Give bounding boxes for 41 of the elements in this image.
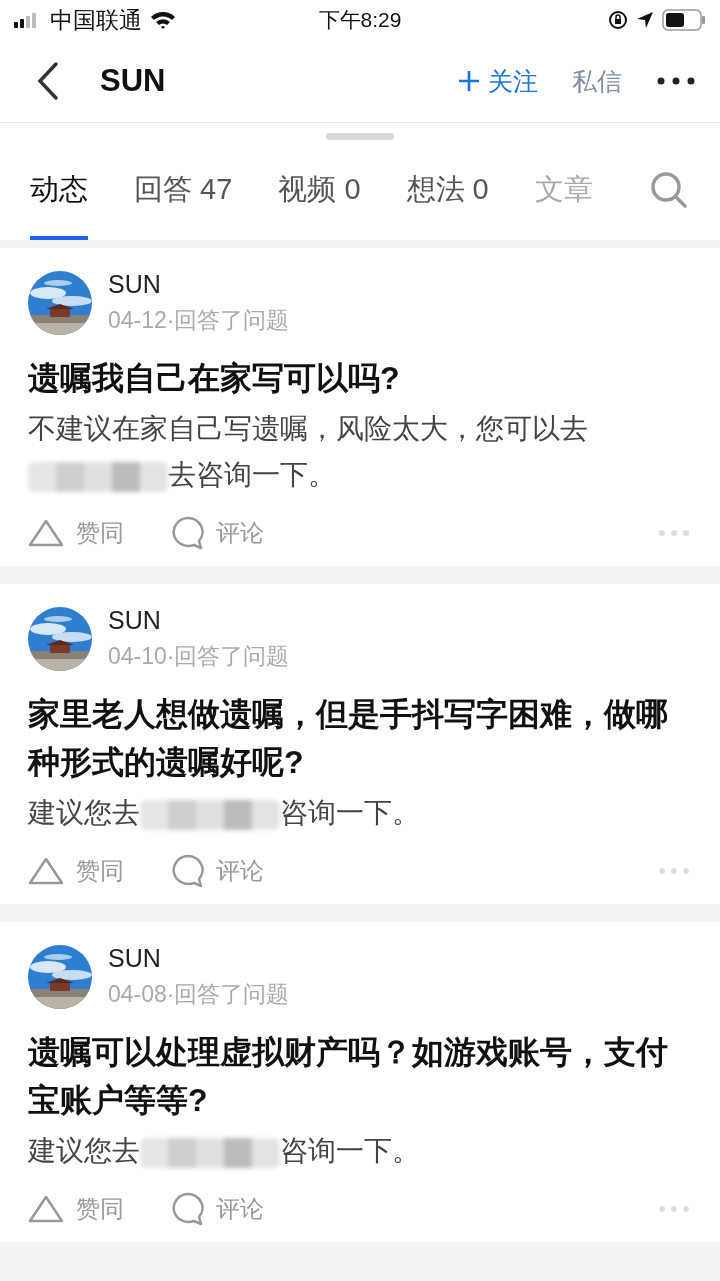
post-meta: 04-08·回答了问题: [108, 980, 290, 1009]
question-title[interactable]: 遗嘱我自己在家写可以吗?: [28, 354, 692, 402]
comment-icon: [170, 516, 204, 550]
carrier-name: 中国联通: [50, 5, 142, 35]
author-name[interactable]: SUN: [108, 270, 290, 299]
wifi-icon: [150, 11, 176, 29]
author-name[interactable]: SUN: [108, 606, 290, 635]
comment-icon: [170, 1192, 204, 1226]
post-meta: 04-10·回答了问题: [108, 642, 290, 671]
back-button[interactable]: [36, 61, 60, 101]
follow-button[interactable]: 关注: [458, 64, 538, 98]
status-time: 下午8:29: [318, 7, 402, 33]
more-icon[interactable]: [658, 867, 690, 875]
drag-handle[interactable]: [326, 133, 394, 140]
profile-name: SUN: [100, 63, 167, 99]
question-title[interactable]: 遗嘱可以处理虚拟财产吗？如游戏账号，支付宝账户等等?: [28, 1028, 692, 1124]
answer-text: 去咨询一下。: [168, 459, 336, 490]
search-icon[interactable]: [650, 171, 688, 209]
answer-text: 咨询一下。: [280, 797, 420, 828]
tab[interactable]: 想法 0: [406, 140, 489, 240]
triangle-icon: [28, 1194, 64, 1224]
plus-icon: [458, 70, 480, 92]
more-icon[interactable]: [658, 1205, 690, 1213]
question-title[interactable]: 家里老人想做遗嘱，但是手抖写字困难，做哪种形式的遗嘱好呢?: [28, 690, 692, 786]
triangle-icon: [28, 856, 64, 886]
answer-text: 建议您去: [28, 1135, 140, 1166]
more-button[interactable]: [656, 76, 696, 86]
post-meta: 04-12·回答了问题: [108, 306, 290, 335]
triangle-icon: [28, 518, 64, 548]
comment-icon: [170, 854, 204, 888]
tab[interactable]: 回答 47: [134, 140, 233, 240]
tab[interactable]: 动态: [30, 140, 88, 240]
location-icon: [636, 11, 654, 29]
answer-text: 咨询一下。: [280, 1135, 420, 1166]
rotation-lock-icon: [608, 10, 628, 30]
answer-text: 建议您去: [28, 797, 140, 828]
more-icon[interactable]: [658, 529, 690, 537]
battery-icon: [662, 9, 706, 31]
author-name[interactable]: SUN: [108, 944, 290, 973]
tab[interactable]: 视频 0: [278, 140, 361, 240]
answer-text: 不建议在家自己写遗嘱，风险太大，您可以去: [28, 413, 588, 444]
